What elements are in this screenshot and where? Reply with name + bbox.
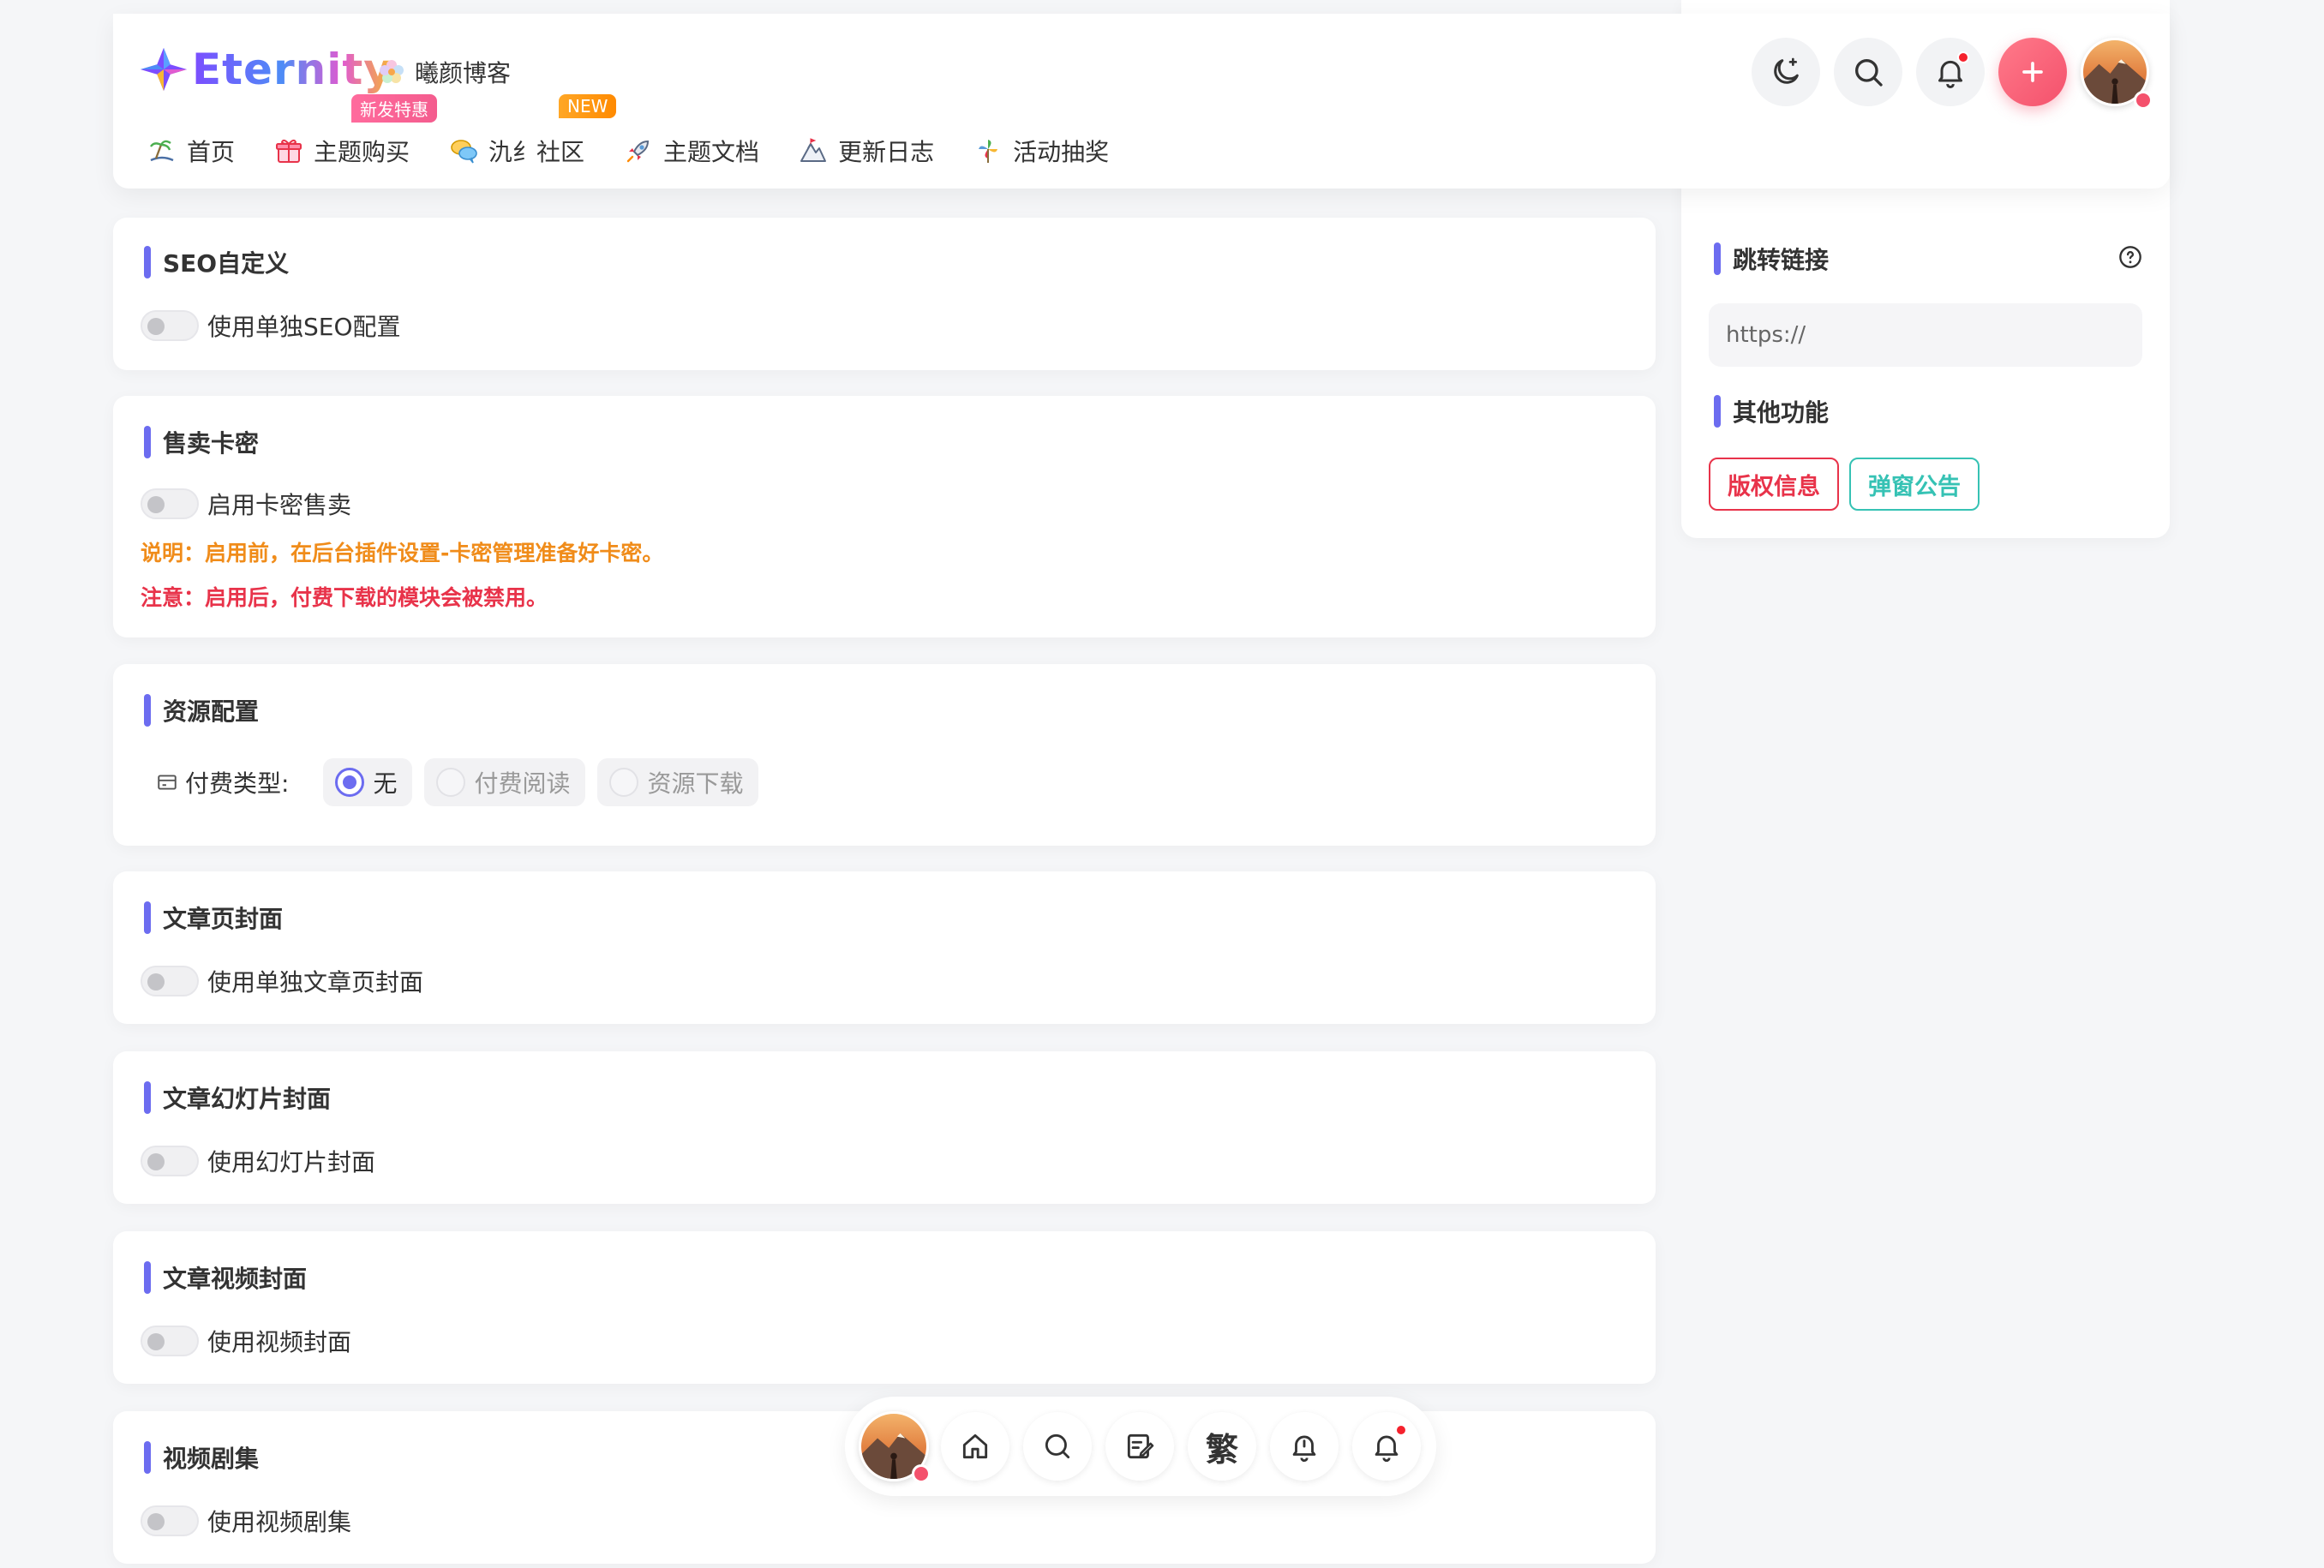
card-key-toggle-row: 启用卡密售卖 <box>141 487 351 521</box>
create-post-button[interactable] <box>1998 38 2067 106</box>
slide-cover-card: 文章幻灯片封面 使用幻灯片封面 <box>113 1051 1656 1204</box>
header-actions <box>1738 38 2153 110</box>
plus-icon <box>2022 62 2043 82</box>
card-key-note-warning: 注意：启用后，付费下载的模块会被禁用。 <box>141 585 548 610</box>
site-name[interactable]: 曦颜博客 <box>377 55 511 89</box>
article-cover-card: 文章页封面 使用单独文章页封面 <box>113 871 1656 1024</box>
mountain-icon <box>800 138 827 162</box>
rocket-icon <box>626 140 650 163</box>
article-cover-toggle-row: 使用单独文章页封面 <box>141 964 423 998</box>
article-cover-title: 文章页封面 <box>144 901 283 935</box>
radio-unselected <box>436 768 466 797</box>
gift-icon <box>276 139 302 163</box>
flower-icon <box>380 60 404 83</box>
card-key-note-info: 说明：启用前，在后台插件设置-卡密管理准备好卡密。 <box>141 541 664 566</box>
nav-badge-sale: 新发特惠 <box>351 94 438 123</box>
page-root: 跳转链接 其他功能 版权信息 弹窗公告 Eternity <box>0 0 2324 1568</box>
seo-title: SEO自定义 <box>144 245 289 279</box>
chat-bubbles-icon <box>451 140 477 164</box>
card-key-toggle[interactable] <box>141 488 199 519</box>
search-icon <box>1045 1433 1070 1459</box>
pay-option-resource-download[interactable]: 资源下载 <box>597 758 759 806</box>
video-cover-card: 文章视频封面 使用视频封面 <box>113 1231 1656 1384</box>
toolbar-reminder-button[interactable] <box>1270 1412 1339 1481</box>
radio-unselected <box>609 768 639 797</box>
nav-item-theme-docs[interactable]: 主题文档 <box>624 134 759 168</box>
card-key-card: 售卖卡密 启用卡密售卖 说明：启用前，在后台插件设置-卡密管理准备好卡密。 注意… <box>113 396 1656 637</box>
online-status-dot <box>2134 91 2153 110</box>
redirect-url-input[interactable] <box>1709 303 2142 367</box>
wallet-icon <box>158 775 177 790</box>
notification-dot <box>1395 1424 1407 1436</box>
video-series-toggle[interactable] <box>141 1505 199 1536</box>
toolbar-edit-button[interactable] <box>1105 1412 1174 1481</box>
moon-icon <box>1774 57 1799 84</box>
logo-text: Eternity <box>192 45 392 94</box>
top-header: Eternity 曦颜博客 首页 新发特惠 主题购买 NEW 氿纟社区 主题文档… <box>113 14 2170 189</box>
site-logo[interactable]: Eternity <box>139 45 392 94</box>
main-nav: 首页 新发特惠 主题购买 NEW 氿纟社区 主题文档 更新日志 活动抽奖 <box>147 94 1148 168</box>
title-accent-bar <box>1714 242 1721 275</box>
seo-toggle-row: 使用单独SEO配置 <box>141 308 401 343</box>
logo-star-icon <box>140 47 188 92</box>
seo-toggle[interactable] <box>141 310 199 341</box>
nav-item-lottery[interactable]: 活动抽奖 <box>973 134 1109 168</box>
nav-badge-new: NEW <box>559 94 617 118</box>
pay-type-row: 付费类型: 无 付费阅读 资源下载 <box>156 758 770 806</box>
notification-dot <box>1957 51 1969 63</box>
video-cover-toggle[interactable] <box>141 1326 199 1356</box>
toolbar-search-button[interactable] <box>1023 1412 1092 1481</box>
radio-selected <box>335 768 365 797</box>
popup-notice-button[interactable]: 弹窗公告 <box>1849 458 1980 511</box>
header-search-button[interactable] <box>1834 38 1902 106</box>
toolbar-home-button[interactable] <box>941 1412 1009 1481</box>
title-accent-bar <box>1714 395 1721 428</box>
title-accent-bar <box>144 246 151 278</box>
video-series-toggle-row: 使用视频剧集 <box>141 1504 351 1538</box>
title-accent-bar <box>144 1261 151 1294</box>
search-icon <box>1855 59 1883 87</box>
nav-item-home[interactable]: 首页 <box>147 134 235 168</box>
video-cover-title: 文章视频封面 <box>144 1260 307 1295</box>
slide-cover-title: 文章幻灯片封面 <box>144 1080 331 1115</box>
article-cover-toggle[interactable] <box>141 966 199 996</box>
copyright-info-button[interactable]: 版权信息 <box>1709 458 1839 511</box>
resource-card: 资源配置 付费类型: 无 付费阅读 资源下载 <box>113 664 1656 846</box>
pay-type-label: 付费类型: <box>156 765 289 799</box>
pinwheel-icon <box>979 140 998 163</box>
bell-ring-icon <box>1292 1435 1316 1462</box>
nav-item-changelog[interactable]: 更新日志 <box>799 134 934 168</box>
title-accent-bar <box>144 1081 151 1114</box>
redirect-link-title: 跳转链接 <box>1714 242 1829 276</box>
dark-mode-button[interactable] <box>1752 38 1820 106</box>
toolbar-traditional-chinese-button[interactable]: 繁 <box>1188 1412 1256 1481</box>
nav-item-community[interactable]: NEW 氿纟社区 <box>449 94 617 168</box>
title-accent-bar <box>144 694 151 727</box>
seo-card: SEO自定义 使用单独SEO配置 <box>113 218 1656 370</box>
online-status-dot <box>912 1464 931 1483</box>
floating-toolbar: 繁 <box>845 1397 1436 1496</box>
video-cover-toggle-row: 使用视频封面 <box>141 1324 351 1358</box>
edit-icon <box>1127 1433 1154 1459</box>
help-circle-icon[interactable] <box>2118 245 2142 269</box>
pay-option-paid-read[interactable]: 付费阅读 <box>424 758 586 806</box>
card-key-title: 售卖卡密 <box>144 425 259 459</box>
user-avatar[interactable] <box>2081 38 2153 110</box>
title-accent-bar <box>144 1441 151 1474</box>
pay-option-none[interactable]: 无 <box>323 758 413 806</box>
title-accent-bar <box>144 901 151 934</box>
home-icon <box>962 1433 988 1459</box>
toolbar-notification-button[interactable] <box>1352 1412 1421 1481</box>
other-features-title: 其他功能 <box>1714 394 1829 428</box>
nav-item-theme-purchase[interactable]: 新发特惠 主题购买 <box>274 94 438 168</box>
other-features-buttons: 版权信息 弹窗公告 <box>1709 458 1990 511</box>
toolbar-avatar[interactable] <box>859 1411 931 1483</box>
header-notification-button[interactable] <box>1916 38 1985 106</box>
slide-cover-toggle-row: 使用幻灯片封面 <box>141 1144 375 1178</box>
slide-cover-toggle[interactable] <box>141 1146 199 1176</box>
beach-icon <box>150 140 174 162</box>
resource-title: 资源配置 <box>144 693 259 727</box>
video-series-title: 视频剧集 <box>144 1440 259 1475</box>
title-accent-bar <box>144 426 151 458</box>
